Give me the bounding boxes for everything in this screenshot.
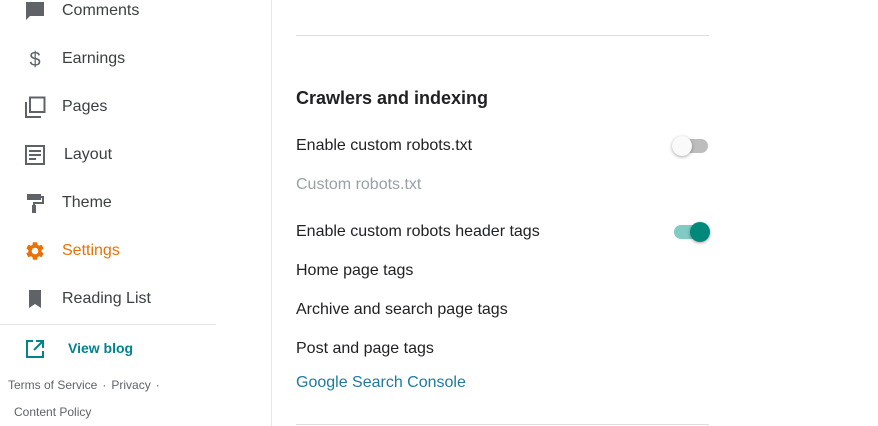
enable-custom-robots-header-tags-toggle[interactable] [672,221,710,243]
footer-separator: · [102,378,107,392]
dollar-icon: $ [24,48,46,70]
privacy-link[interactable]: Privacy [111,378,150,392]
external-link-icon [24,338,46,360]
terms-of-service-link[interactable]: Terms of Service [8,378,97,392]
sidebar-item-layout[interactable]: Layout [0,135,260,175]
sidebar-item-pages[interactable]: Pages [0,87,260,127]
paint-roller-icon [24,192,46,214]
view-blog-link[interactable]: View blog [0,332,200,364]
google-search-console-link[interactable]: Google Search Console [296,374,466,392]
layout-icon [24,144,46,166]
enable-custom-robots-header-tags-label[interactable]: Enable custom robots header tags [296,223,540,241]
sidebar-divider [0,324,216,325]
custom-robots-txt-label: Custom robots.txt [296,176,422,193]
sidebar-item-earnings[interactable]: $ Earnings [0,39,260,79]
sidebar-item-label: Theme [62,194,112,211]
toggle-thumb [672,136,692,156]
pages-icon [24,96,46,118]
comment-icon [24,0,46,22]
sidebar-item-settings[interactable]: Settings [0,231,260,271]
bookmark-icon [24,288,46,310]
view-blog-label: View blog [68,340,134,356]
section-divider-top [296,35,709,36]
footer-links: Terms of Service · Privacy · [8,378,165,392]
archive-search-page-tags-item[interactable]: Archive and search page tags [296,301,508,319]
section-title: Crawlers and indexing [296,88,489,108]
post-page-tags-item[interactable]: Post and page tags [296,340,434,358]
sidebar-item-label: Reading List [62,290,151,307]
sidebar-item-reading-list[interactable]: Reading List [0,279,260,319]
sidebar-item-label: Pages [62,98,108,115]
gear-icon [24,240,46,262]
sidebar-item-theme[interactable]: Theme [0,183,260,223]
sidebar-item-label: Layout [64,146,113,163]
toggle-thumb [690,222,710,242]
sidebar: Comments $ Earnings Pages Layout Theme S… [0,0,272,426]
svg-text:$: $ [29,49,40,70]
sidebar-item-label: Earnings [62,50,126,67]
sidebar-item-comments[interactable]: Comments [0,0,260,31]
section-divider-bottom [296,424,709,425]
home-page-tags-item[interactable]: Home page tags [296,262,413,280]
enable-custom-robots-txt-toggle[interactable] [672,135,710,157]
content-policy-link[interactable]: Content Policy [14,405,91,419]
enable-custom-robots-txt-label[interactable]: Enable custom robots.txt [296,137,472,155]
sidebar-item-label: Settings [62,242,120,259]
sidebar-item-label: Comments [62,2,140,19]
footer-separator: · [155,378,160,392]
